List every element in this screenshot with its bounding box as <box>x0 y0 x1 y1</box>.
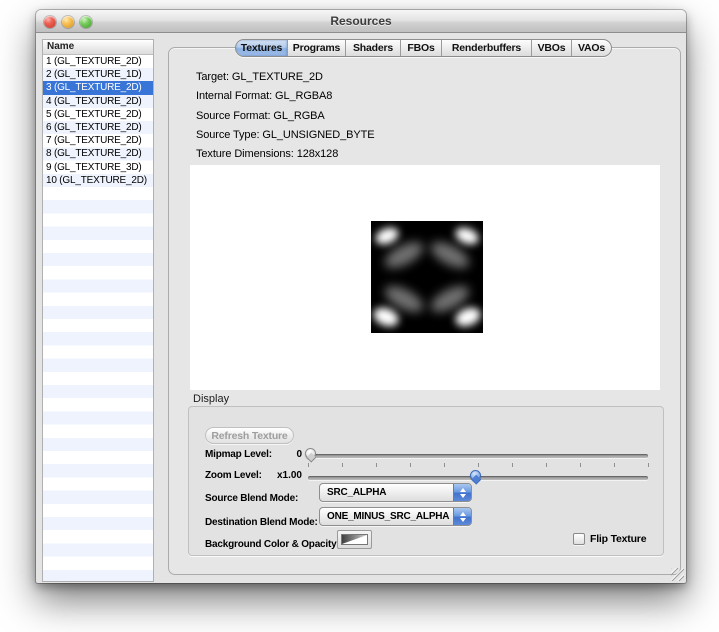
list-item[interactable]: 7 (GL_TEXTURE_2D) <box>43 134 153 147</box>
resize-grip[interactable] <box>671 568 684 581</box>
list-item[interactable]: 10 (GL_TEXTURE_2D) <box>43 174 153 187</box>
mipmap-slider[interactable] <box>308 454 648 458</box>
mipmap-level-value: 0 <box>236 449 302 460</box>
display-section-label: Display <box>193 393 229 405</box>
texture-info-source-type: Source Type: GL_UNSIGNED_BYTE <box>196 129 374 141</box>
flip-texture-checkbox[interactable] <box>573 533 585 545</box>
destination-blend-value: ONE_MINUS_SRC_ALPHA <box>320 511 453 522</box>
list-item[interactable]: 5 (GL_TEXTURE_2D) <box>43 108 153 121</box>
texture-info-target: Target: GL_TEXTURE_2D <box>196 71 323 83</box>
resource-rows: 1 (GL_TEXTURE_2D) 2 (GL_TEXTURE_1D) 3 (G… <box>43 55 153 581</box>
list-item[interactable]: 4 (GL_TEXTURE_2D) <box>43 95 153 108</box>
source-blend-select[interactable]: SRC_ALPHA <box>319 483 472 502</box>
popup-stepper-icon <box>453 484 471 501</box>
texture-info-internal-format: Internal Format: GL_RGBA8 <box>196 90 332 102</box>
list-item[interactable]: 6 (GL_TEXTURE_2D) <box>43 121 153 134</box>
zoom-ticks <box>308 463 649 468</box>
resource-list: Name 1 (GL_TEXTURE_2D) 2 (GL_TEXTURE_1D)… <box>42 39 154 582</box>
window-title: Resources <box>36 14 686 28</box>
zoom-level-value: x1.00 <box>236 470 302 481</box>
mipmap-slider-knob[interactable] <box>305 448 316 459</box>
tab-shaders[interactable]: Shaders <box>346 40 401 56</box>
background-color-well[interactable] <box>337 530 372 549</box>
source-blend-value: SRC_ALPHA <box>320 487 453 498</box>
list-item[interactable]: 2 (GL_TEXTURE_1D) <box>43 68 153 81</box>
opacity-wedge-icon <box>342 535 367 544</box>
popup-stepper-icon <box>453 508 471 525</box>
list-item-selected[interactable]: 3 (GL_TEXTURE_2D) <box>43 81 153 94</box>
list-item[interactable]: 1 (GL_TEXTURE_2D) <box>43 55 153 68</box>
flip-texture-label: Flip Texture <box>590 533 646 545</box>
texture-info-dimensions: Texture Dimensions: 128x128 <box>196 148 338 160</box>
destination-blend-select[interactable]: ONE_MINUS_SRC_ALPHA <box>319 507 472 526</box>
texture-image <box>371 221 483 333</box>
source-blend-label: Source Blend Mode: <box>205 493 298 504</box>
list-item[interactable]: 9 (GL_TEXTURE_3D) <box>43 161 153 174</box>
tab-programs[interactable]: Programs <box>288 40 346 56</box>
resources-window: Resources Name 1 (GL_TEXTURE_2D) 2 (GL_T… <box>36 10 686 583</box>
tab-vbos[interactable]: VBOs <box>532 40 572 56</box>
tab-textures[interactable]: Textures <box>236 40 288 56</box>
refresh-texture-button[interactable]: Refresh Texture <box>205 427 294 444</box>
tab-bar: Textures Programs Shaders FBOs Renderbuf… <box>235 39 612 57</box>
list-item[interactable]: 8 (GL_TEXTURE_2D) <box>43 147 153 160</box>
tab-fbos[interactable]: FBOs <box>401 40 442 56</box>
tab-vaos[interactable]: VAOs <box>572 40 611 56</box>
name-column-header[interactable]: Name <box>43 40 153 55</box>
texture-info-source-format: Source Format: GL_RGBA <box>196 110 325 122</box>
tab-renderbuffers[interactable]: Renderbuffers <box>442 40 532 56</box>
title-bar[interactable]: Resources <box>36 10 686 33</box>
color-swatch <box>341 534 368 545</box>
destination-blend-label: Destination Blend Mode: <box>205 517 318 528</box>
background-color-label: Background Color & Opacity: <box>205 539 340 550</box>
zoom-slider-knob[interactable] <box>470 470 481 481</box>
